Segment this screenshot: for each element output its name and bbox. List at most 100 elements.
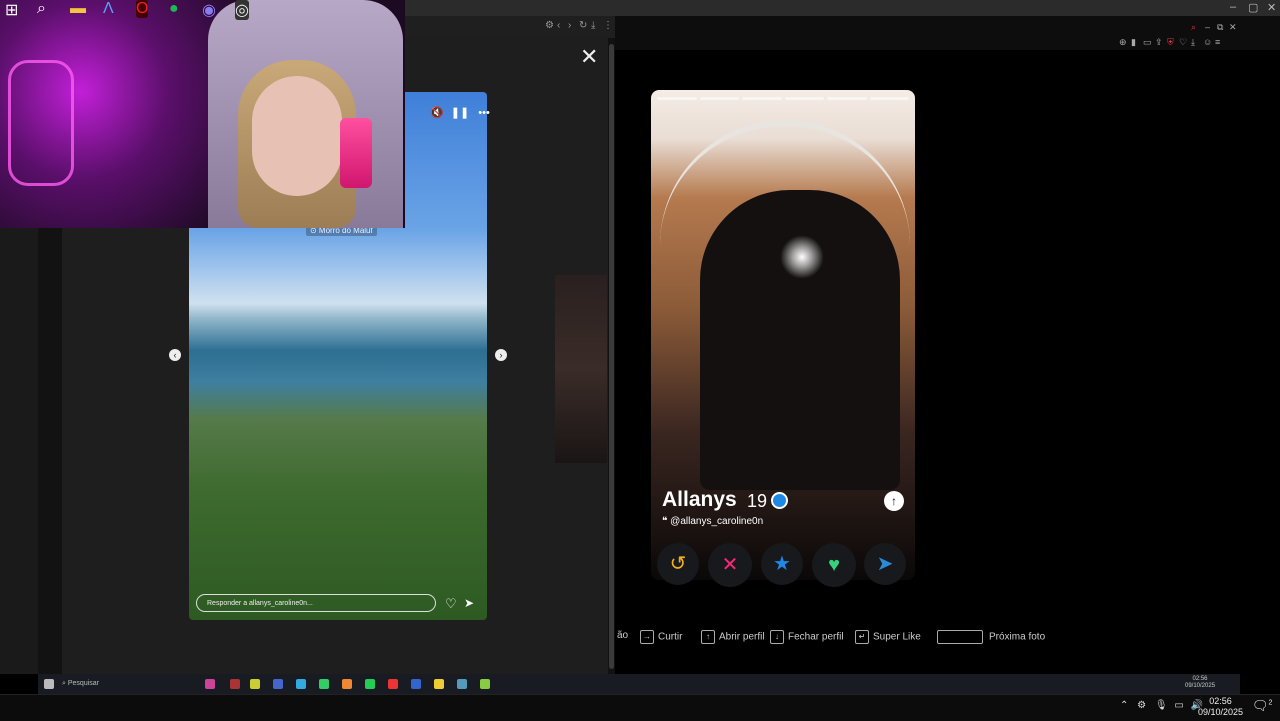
instagram-sidebar [38,228,62,674]
profile-age: 19 [747,491,768,511]
send-icon[interactable]: ➤ [464,596,474,610]
notification-icon[interactable]: 🗨2 [1252,698,1272,714]
opera-icon[interactable]: O [136,0,149,18]
app-icon[interactable]: ◉ [202,0,216,20]
app-icon[interactable]: Λ [103,0,114,18]
shortcut-label: ão [617,630,629,641]
browser-toolbar-right: ⌕ – ⧉ ✕ ⊕ ▮ ▭ ⇪ ⛨ ♡ ⤓ ☺ ≡ [615,16,1280,50]
space-key-icon [937,630,983,644]
clock-date: 09/10/2025 [1198,707,1244,717]
notification-count: 2 [1268,699,1273,707]
mute-icon[interactable]: 🔇 [430,107,444,119]
profile-icon[interactable]: ☺ [1203,37,1212,47]
photo-bar[interactable] [869,97,909,100]
chevron-up-icon[interactable]: ⌃ [1120,700,1128,711]
minimize-icon[interactable]: – [1230,1,1236,13]
reload-icon[interactable]: ↻ [579,20,587,31]
app-icon[interactable] [411,679,421,689]
forward-icon[interactable]: › [568,20,571,31]
extension-icon[interactable]: ▮ [1131,37,1136,48]
verified-icon [771,492,788,509]
download-icon[interactable]: ⤓ [591,20,595,31]
app-icon[interactable] [434,679,444,689]
menu-icon[interactable]: ⋮ [603,20,613,31]
maximize-icon[interactable]: ▢ [1248,1,1258,14]
like-button[interactable]: ♥ [812,543,856,587]
whatsapp-icon[interactable] [319,679,329,689]
taskbar-clock[interactable]: 02:56 09/10/2025 [1198,696,1243,718]
photo-bar[interactable] [827,97,867,100]
arrow-down-key-icon: ↓ [770,630,784,644]
back-icon[interactable]: ‹ [557,20,560,31]
webcam-overlay [0,0,405,228]
browser-toolbar: ⚙ ‹ › ↻ ⤓ ⋮ [405,16,615,38]
favorite-icon[interactable]: ♡ [1179,37,1187,48]
share-icon[interactable]: ⇪ [1155,37,1163,48]
app-icon[interactable] [230,679,240,689]
microphone [340,118,372,188]
shortcut-hint: ↵ Super Like [855,630,921,644]
send-button[interactable]: ➤ [864,543,906,585]
folder-icon[interactable] [250,679,260,689]
photo-bar[interactable] [784,97,824,100]
shield-icon[interactable]: ⛨ [1167,37,1174,48]
display-icon[interactable]: ▭ [1174,700,1183,711]
tab-icon[interactable]: ▭ [1143,37,1152,48]
close-icon[interactable]: ✕ [1229,22,1237,33]
system-tray: ⌃ ⚙ 🎙 ▭ 🔊 [1120,700,1203,711]
more-options-icon[interactable]: ••• [478,107,490,119]
file-explorer-icon[interactable]: ▬ [70,0,86,18]
search-icon[interactable]: ⌕ [1191,22,1196,33]
app-icon[interactable] [342,679,352,689]
settings-icon[interactable]: ⚙ [545,20,554,31]
zoom-icon[interactable]: ⊕ [1119,37,1127,48]
menu-icon[interactable]: ≡ [1215,37,1220,47]
microphone-icon[interactable]: 🎙 [1155,700,1168,711]
heart-icon: ♥ [828,554,840,576]
app-icon[interactable] [205,679,215,689]
photo-bar[interactable] [699,97,739,100]
nope-button[interactable]: ✕ [708,543,752,587]
superlike-button[interactable]: ★ [761,543,803,585]
rewind-button[interactable]: ↺ [657,543,699,585]
previous-story-icon[interactable]: ‹ [169,349,181,361]
remote-search-box[interactable]: ⌕ Pesquisar [62,677,192,691]
next-story-icon[interactable]: › [495,349,507,361]
photo-bar[interactable] [657,97,697,100]
shortcut-hint: ↓ Fechar perfil [770,630,844,644]
scrollbar-thumb[interactable] [609,44,614,669]
app-icon[interactable] [296,679,306,689]
quote-icon: ❝ [662,516,671,527]
windows-icon[interactable] [44,679,54,689]
enter-key-icon: ↵ [855,630,869,644]
remote-clock: 02:56 09/10/2025 [1185,676,1215,690]
heart-icon[interactable]: ♡ [445,596,457,612]
pause-icon[interactable]: ❚❚ [451,107,469,119]
search-icon[interactable]: ⌕ [37,0,46,18]
downloads-icon[interactable]: ⤓ [1191,37,1195,48]
shortcut-hint: → Curtir [640,630,682,644]
app-icon[interactable] [273,679,283,689]
windows-start-icon[interactable]: ⊞ [5,0,18,20]
restore-icon[interactable]: ⧉ [1217,22,1223,33]
close-story-icon[interactable]: ✕ [580,44,598,70]
minimize-icon[interactable]: – [1205,22,1210,32]
next-story-preview[interactable] [555,275,607,463]
app-icon[interactable] [480,679,490,689]
story-reply-input[interactable]: Responder a allanys_caroline0n... [196,594,436,612]
spotify-icon[interactable] [365,679,375,689]
app-icon[interactable] [388,679,398,689]
instagram-handle: @allanys_caroline0n [670,516,764,527]
photo-bar[interactable] [742,97,782,100]
app-icon[interactable] [457,679,467,689]
close-icon: ✕ [721,554,739,576]
photo-flash [780,235,824,279]
network-icon[interactable]: ⚙ [1137,700,1146,711]
shortcut-hint: ão [617,630,628,641]
close-icon[interactable]: ✕ [1267,1,1276,14]
spotify-icon[interactable]: ● [169,0,179,18]
shortcut-label: Abrir perfil [719,631,765,643]
open-profile-button[interactable]: ↑ [884,491,904,511]
profile-instagram: ❝ @allanys_caroline0n [662,516,763,527]
app-icon[interactable]: ◎ [235,0,249,20]
